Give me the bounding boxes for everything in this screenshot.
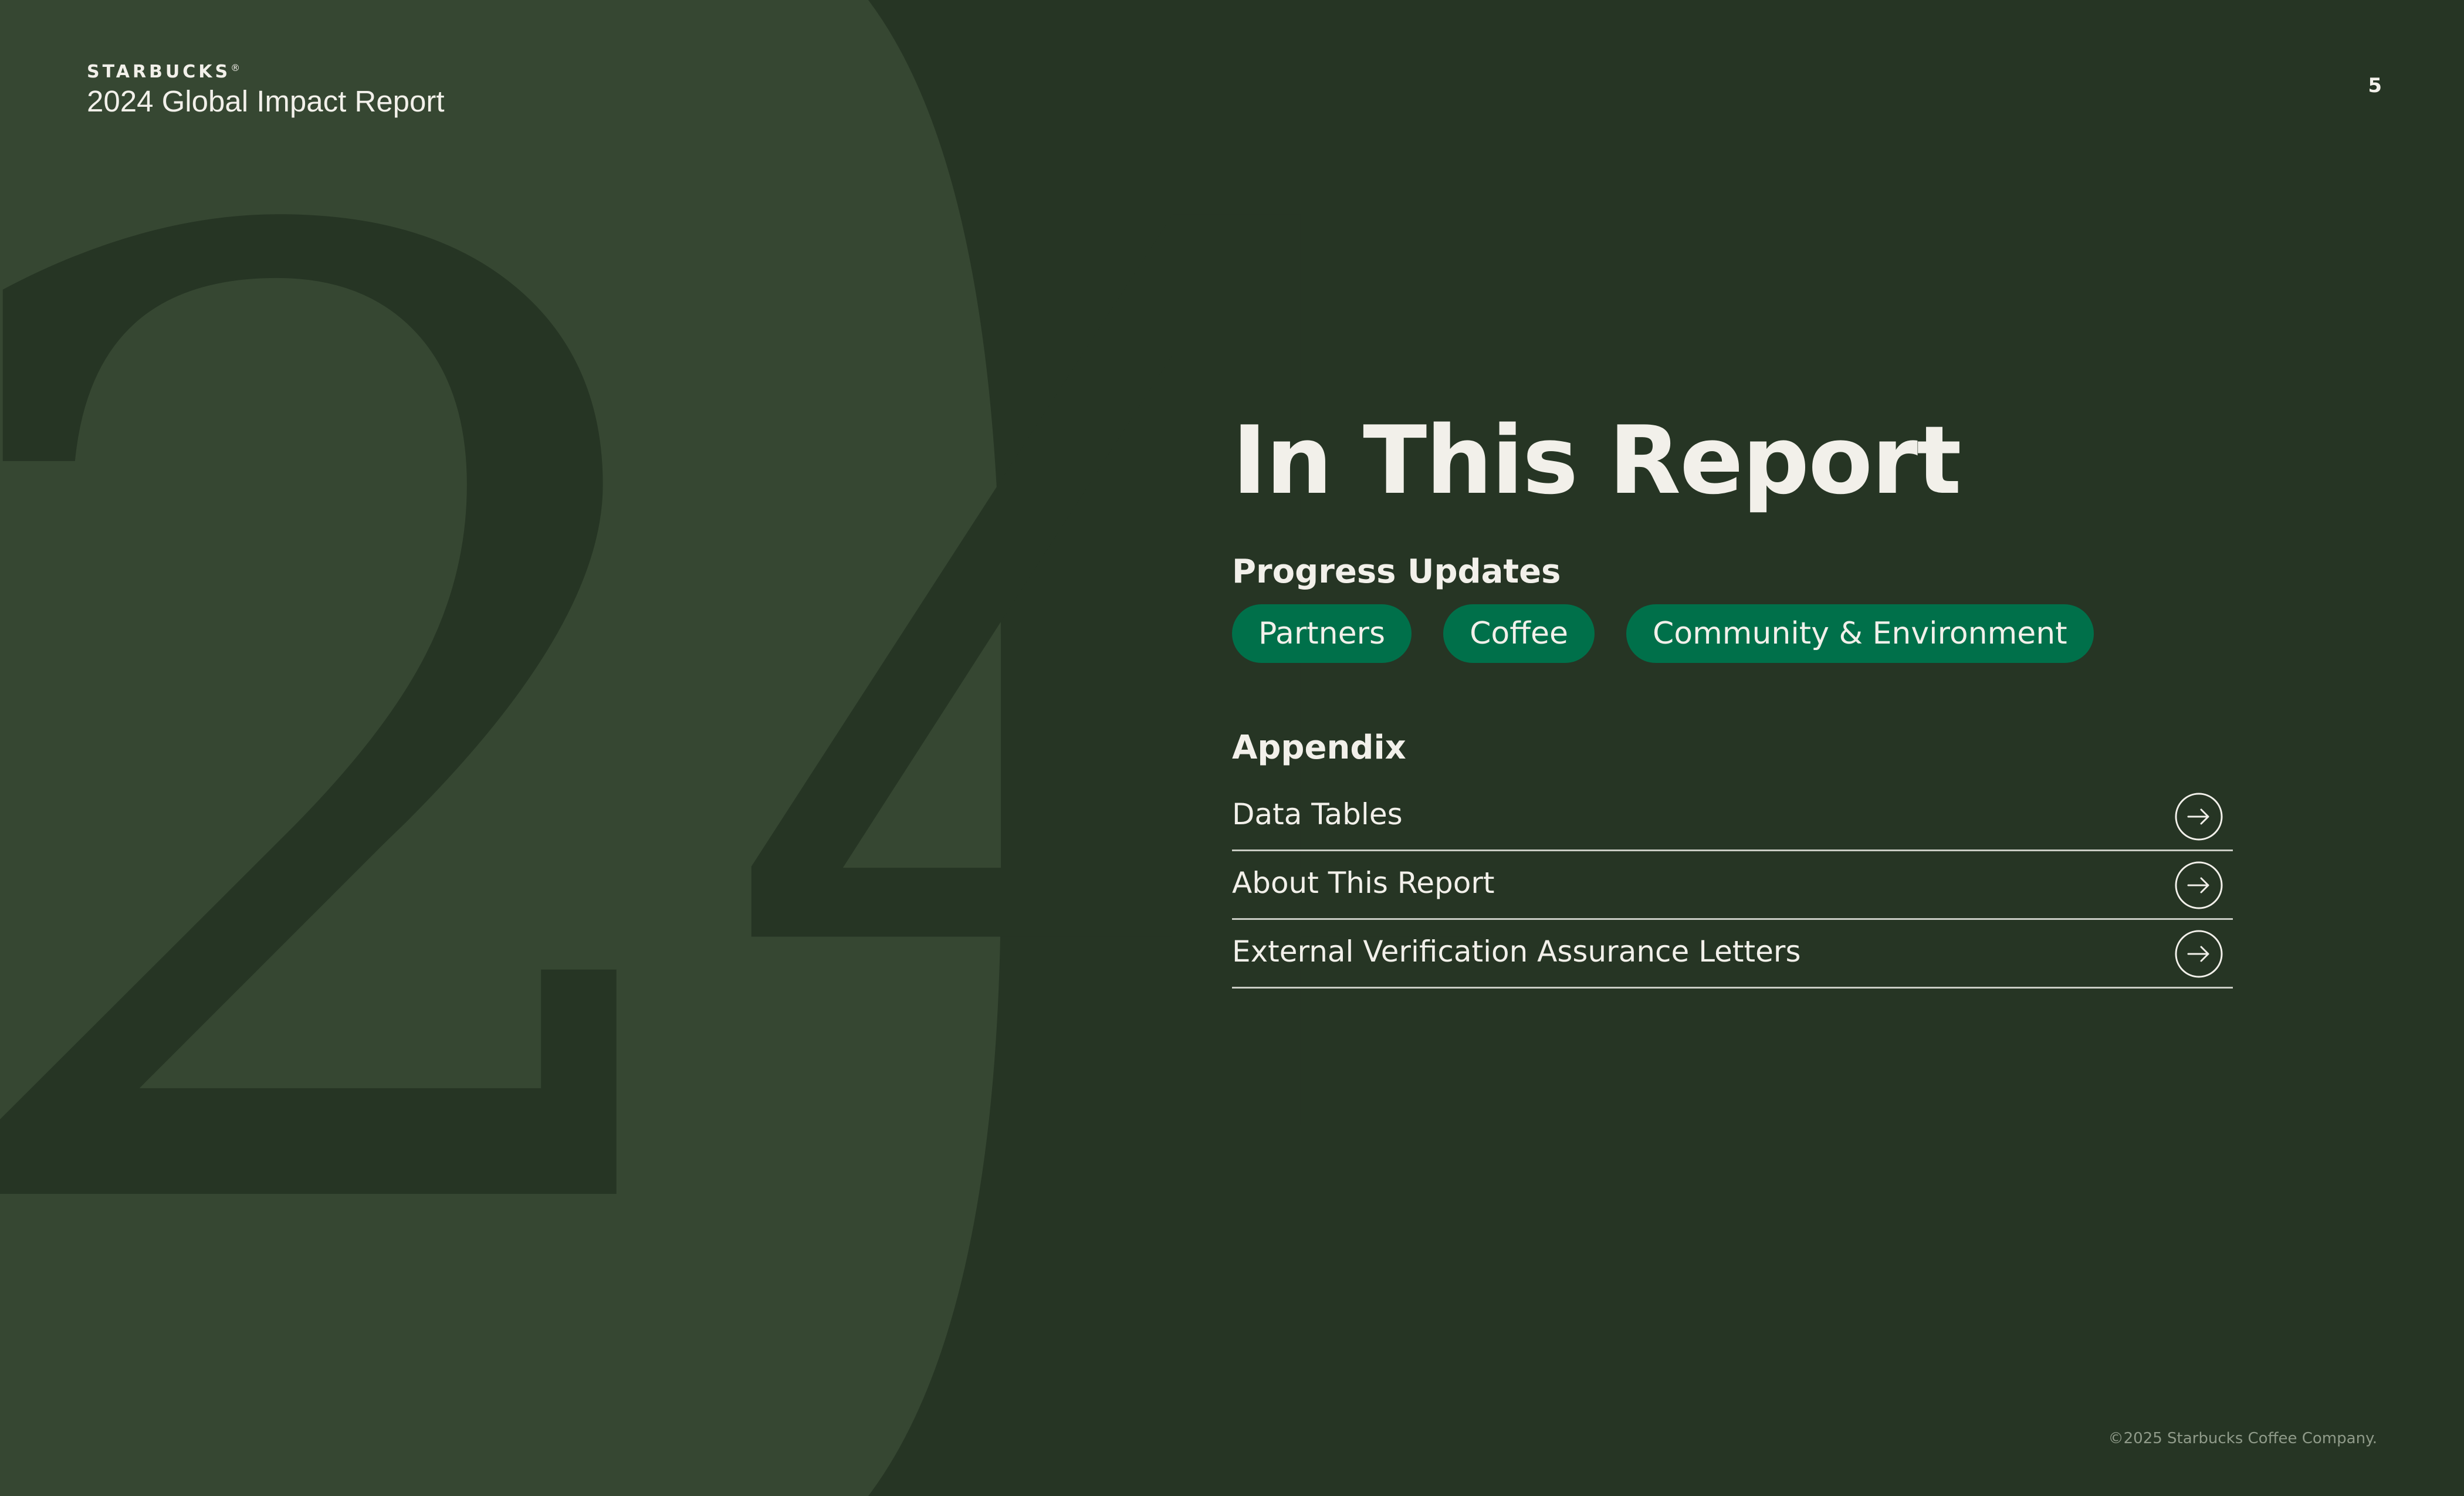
appendix-item-data-tables[interactable]: Data Tables <box>1232 783 2233 851</box>
appendix-item-label: About This Report <box>1232 866 1495 900</box>
appendix-item-label: External Verification Assurance Letters <box>1232 935 1801 969</box>
table-of-contents: In This Report Progress Updates Partners… <box>1232 405 2233 989</box>
appendix-list: Data Tables About This Report External V… <box>1232 783 2233 989</box>
copyright-footer: ©2025 Starbucks Coffee Company. <box>2108 1430 2377 1447</box>
rounded-panel-shape <box>0 0 1001 1496</box>
pill-coffee-link[interactable]: Coffee <box>1443 604 1595 663</box>
appendix-item-assurance-letters[interactable]: External Verification Assurance Letters <box>1232 920 2233 989</box>
arrow-right-circle-icon[interactable] <box>2174 792 2223 841</box>
appendix-item-label: Data Tables <box>1232 797 1403 831</box>
registered-mark: ® <box>231 62 243 73</box>
report-title: 2024 Global Impact Report <box>87 84 445 118</box>
page-number: 5 <box>2368 74 2382 97</box>
progress-pill-group: Partners Coffee Community & Environment <box>1232 604 2233 663</box>
pill-community-environment-link[interactable]: Community & Environment <box>1626 604 2094 663</box>
brand-wordmark: STARBUCKS <box>87 62 231 82</box>
arrow-right-circle-icon[interactable] <box>2174 929 2223 979</box>
arrow-right-circle-icon[interactable] <box>2174 861 2223 910</box>
brand-logo: STARBUCKS® <box>87 57 445 83</box>
page-title: In This Report <box>1232 405 1962 515</box>
pill-partners-link[interactable]: Partners <box>1232 604 1412 663</box>
progress-updates-heading: Progress Updates <box>1232 553 1561 591</box>
report-page: 24 STARBUCKS® 2024 Global Impact Report … <box>0 0 2464 1496</box>
appendix-item-about-this-report[interactable]: About This Report <box>1232 851 2233 920</box>
appendix-heading: Appendix <box>1232 729 1406 767</box>
header: STARBUCKS® 2024 Global Impact Report <box>87 57 445 119</box>
